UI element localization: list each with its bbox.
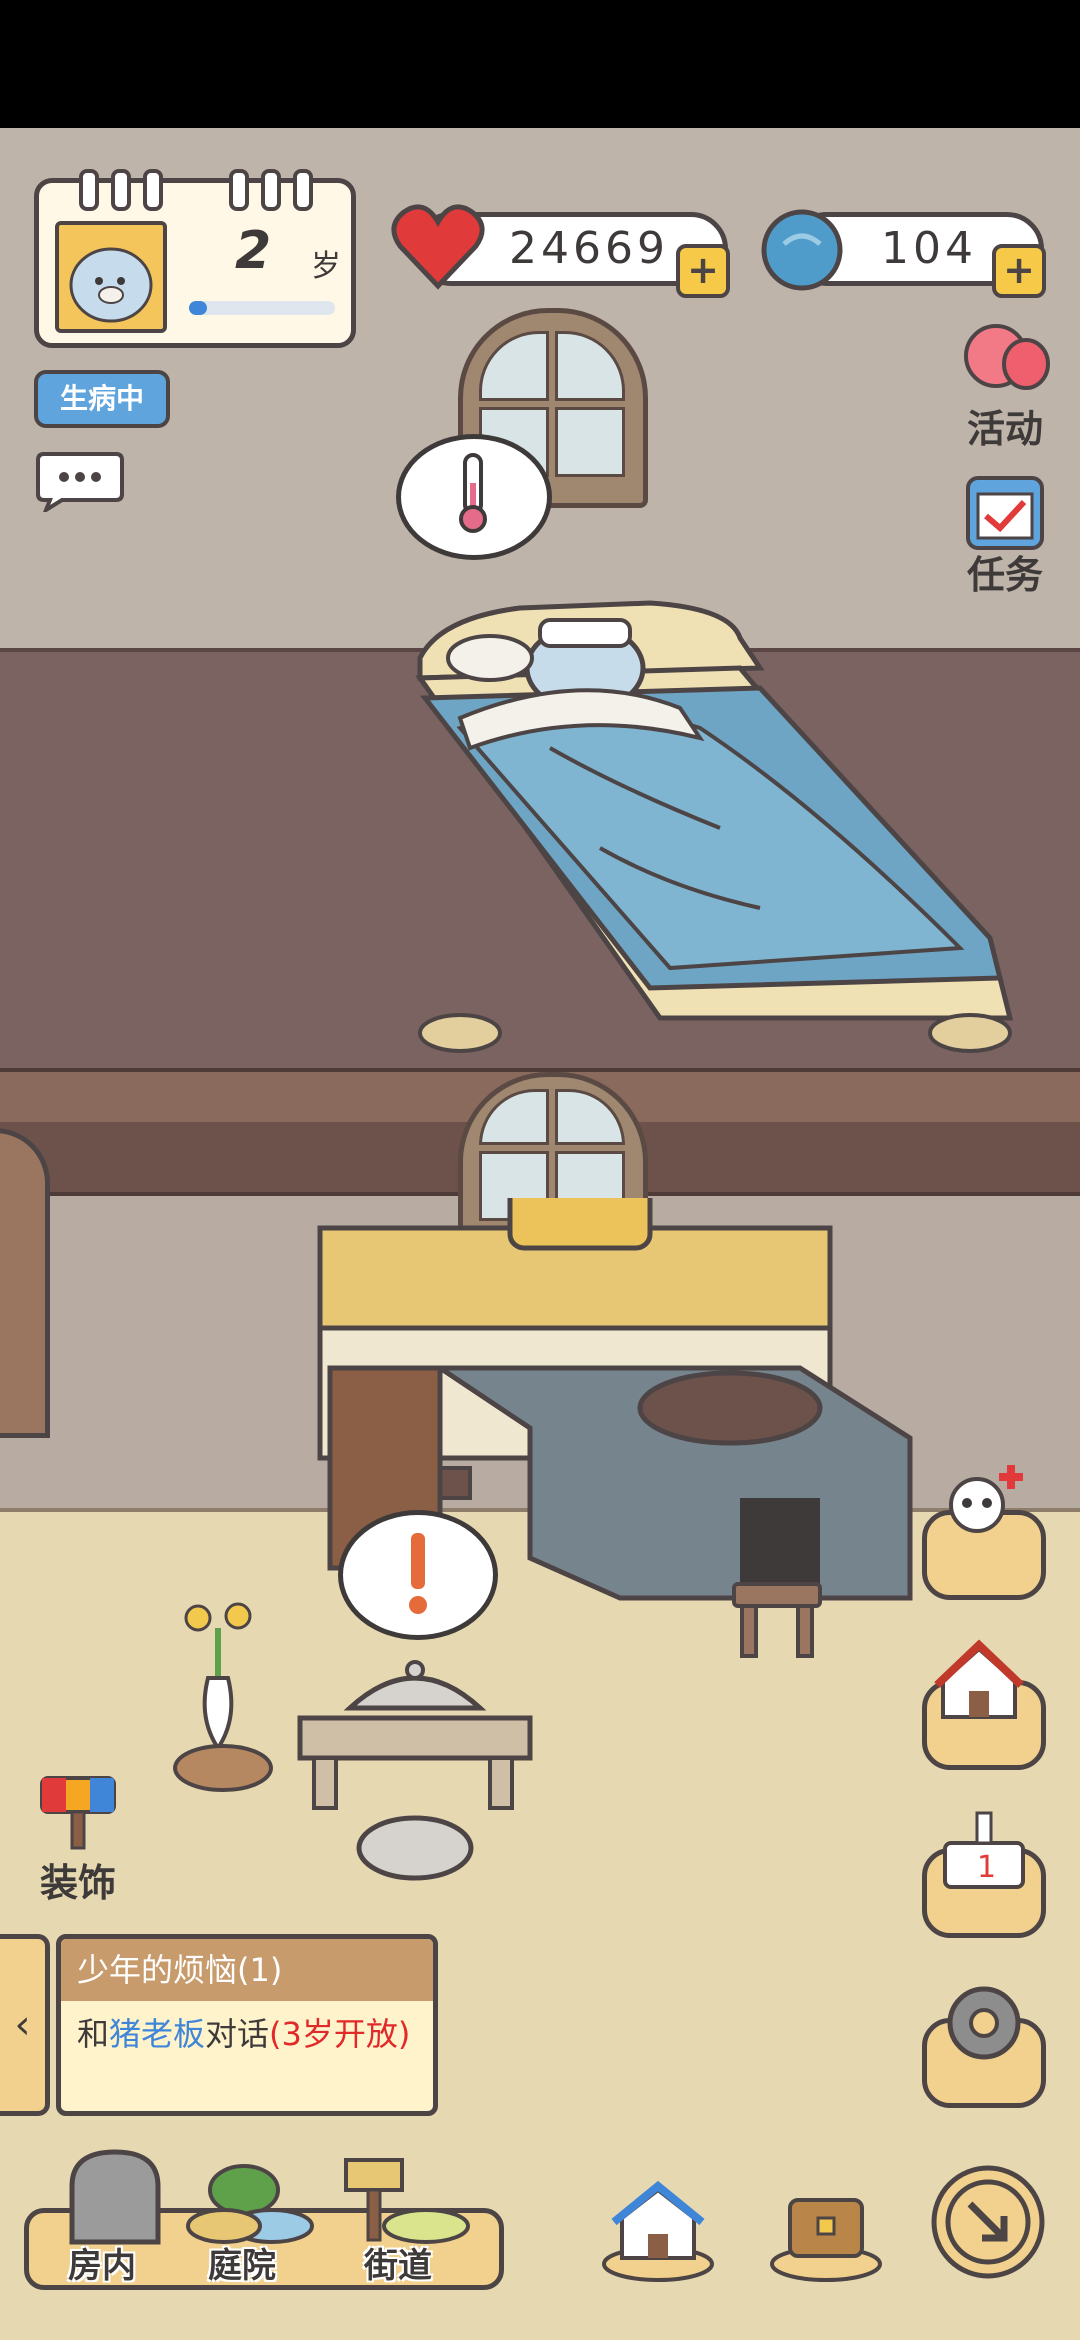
clover-icon: [756, 204, 848, 296]
quest-text-suffix: 对话: [205, 2015, 270, 2053]
nav-street[interactable]: 街道: [326, 2150, 476, 2290]
paint-icon: [40, 1776, 116, 1850]
quest-collapse-button[interactable]: ‹: [0, 1934, 50, 2116]
home-icon: [602, 2180, 714, 2282]
quest-npc-name: 猪老板: [109, 2015, 206, 2053]
nav-street-label: 街道: [364, 2246, 432, 2286]
exit-icon: [931, 2165, 1045, 2279]
nav-indoor-label: 房内: [68, 2246, 136, 2286]
sick-bubble: [396, 434, 552, 560]
sick-pet-in-bed[interactable]: [400, 528, 1020, 1068]
table-with-meal[interactable]: [290, 1658, 540, 1888]
cake-icon: 1: [943, 1811, 1025, 1889]
gear-icon: [947, 1986, 1021, 2060]
panda-heal-icon: [949, 1465, 1023, 1533]
nav-yard-label: 庭院: [208, 2246, 276, 2286]
tasks-button[interactable]: 任务: [950, 474, 1060, 604]
status-badge: 生病中: [34, 370, 170, 428]
home-button[interactable]: [598, 2178, 718, 2282]
hearts-value: 24669: [509, 223, 669, 274]
clipboard-icon: [966, 476, 1044, 550]
decorate-label: 装饰: [39, 1861, 116, 1905]
flower-vase[interactable]: [168, 1598, 278, 1798]
thermometer-icon: [459, 453, 487, 533]
alert-bubble[interactable]: [338, 1510, 498, 1640]
quest-text-prefix: 和: [77, 2015, 110, 2053]
avatar: [55, 221, 167, 333]
quest-unlock-note: (3岁开放): [269, 2015, 411, 2053]
exit-button[interactable]: [926, 2160, 1050, 2284]
chat-button[interactable]: [36, 448, 124, 515]
tasks-label: 任务: [966, 553, 1043, 597]
chat-icon: [36, 452, 124, 515]
quest-description: 和猪老板对话(3岁开放): [61, 2001, 433, 2067]
status-bar: [0, 0, 1080, 128]
add-hearts-button[interactable]: +: [676, 244, 730, 298]
door-icon: [69, 2149, 161, 2245]
age-value: 2: [235, 221, 272, 281]
nav-yard[interactable]: 庭院: [180, 2150, 320, 2290]
settings-button[interactable]: [922, 1986, 1046, 2108]
profile-card[interactable]: 2 岁: [34, 169, 356, 348]
exclamation-icon: [409, 1533, 427, 1614]
panda-heal-button[interactable]: [922, 1465, 1046, 1600]
svg-text:1: 1: [977, 1850, 996, 1885]
age-progress-fill: [189, 301, 207, 315]
activity-label: 活动: [966, 407, 1043, 451]
quest-panel[interactable]: 少年的烦恼(1) 和猪老板对话(3岁开放): [56, 1934, 438, 2116]
heart-icon: [390, 200, 486, 292]
small-stool[interactable]: [728, 1578, 828, 1668]
add-clovers-button[interactable]: +: [992, 244, 1046, 298]
cake-button[interactable]: 1: [922, 1811, 1046, 1938]
house-sign-button[interactable]: [922, 1639, 1046, 1770]
age-progress-track: [189, 301, 335, 315]
nav-indoor[interactable]: 房内: [50, 2146, 180, 2286]
yard-icon: [186, 2164, 314, 2244]
balloon-icon: [964, 324, 1050, 390]
age-unit: 岁: [311, 249, 341, 284]
signpost-icon: [344, 2158, 470, 2244]
door[interactable]: [0, 1128, 50, 1438]
storage-button[interactable]: [766, 2178, 886, 2282]
house-sign-icon: [934, 1639, 1024, 1719]
chest-icon: [770, 2198, 882, 2282]
quest-title: 少年的烦恼(1): [61, 1939, 433, 2001]
decorate-button[interactable]: 装饰: [28, 1772, 128, 1905]
clovers-value: 104: [881, 223, 977, 274]
activity-button[interactable]: 活动: [950, 322, 1060, 452]
